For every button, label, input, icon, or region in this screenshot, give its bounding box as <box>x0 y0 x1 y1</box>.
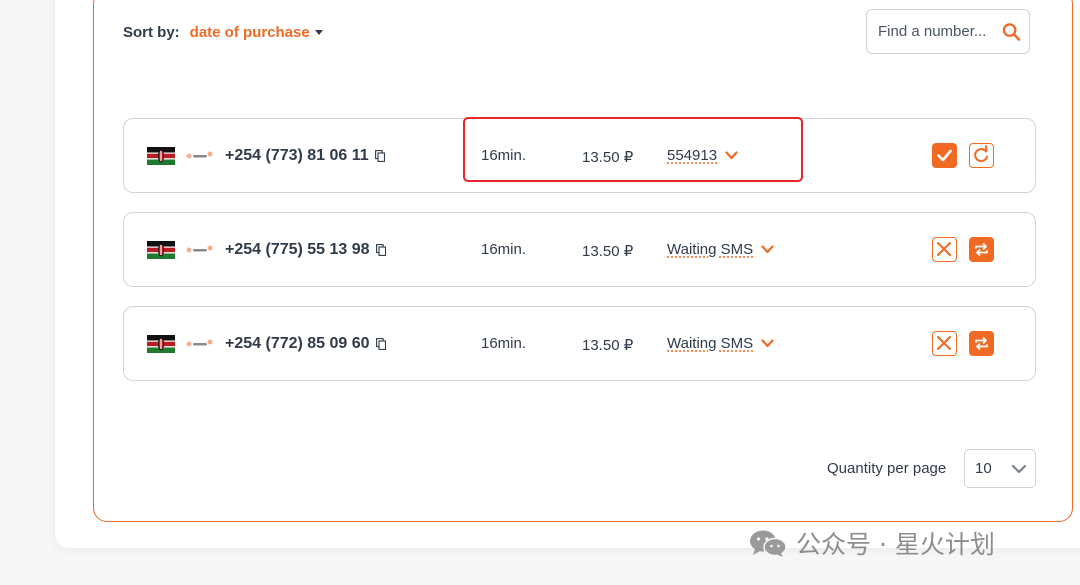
copy-icon[interactable] <box>375 244 386 256</box>
price: 13.50 ₽ <box>582 243 634 260</box>
check-icon <box>937 149 952 162</box>
time-remaining: 16min. <box>481 241 527 258</box>
copy-icon[interactable] <box>375 338 386 350</box>
confirm-button[interactable] <box>932 143 957 168</box>
kenya-flag-icon <box>147 335 175 353</box>
sort-label: Sort by: <box>123 24 180 41</box>
service-logo-icon <box>186 151 213 159</box>
number-row: +254 (773) 81 06 11 16min. 13.50 ₽ 55491… <box>123 118 1036 193</box>
phone-number-text: +254 (773) 81 06 11 <box>225 147 369 164</box>
cancel-x-icon <box>937 336 951 350</box>
phone-number: +254 (772) 85 09 60 <box>225 335 386 353</box>
kenya-flag-icon <box>147 241 175 259</box>
cancel-x-icon <box>937 242 951 256</box>
copy-icon[interactable] <box>374 150 385 162</box>
cancel-button[interactable] <box>932 331 957 356</box>
search-box <box>866 9 1030 54</box>
quantity-per-page-value: 10 <box>975 460 992 477</box>
sms-status-dropdown[interactable]: Waiting SMS <box>667 241 774 258</box>
service-logo-icon <box>186 339 213 347</box>
kenya-flag-icon <box>147 147 175 165</box>
cancel-button[interactable] <box>932 237 957 262</box>
sort-value: date of purchase <box>189 24 310 41</box>
chevron-down-icon <box>761 339 774 348</box>
price: 13.50 ₽ <box>582 337 634 354</box>
swap-number-button[interactable] <box>969 331 994 356</box>
number-row: +254 (772) 85 09 60 16min. 13.50 ₽ Waiti… <box>123 306 1036 381</box>
refresh-button[interactable] <box>969 143 994 168</box>
phone-number: +254 (773) 81 06 11 <box>225 147 385 165</box>
time-remaining: 16min. <box>481 147 527 164</box>
swap-icon <box>975 337 988 350</box>
phone-number-text: +254 (775) 55 13 98 <box>225 241 370 258</box>
service-logo-icon <box>186 245 213 253</box>
watermark-text: 公众号 · 星火计划 <box>796 530 995 559</box>
swap-number-button[interactable] <box>969 237 994 262</box>
sort-control: Sort by: date of purchase <box>123 24 323 41</box>
sms-status-dropdown[interactable]: Waiting SMS <box>667 335 774 352</box>
chevron-down-icon <box>761 245 774 254</box>
number-row: +254 (775) 55 13 98 16min. 13.50 ₽ Waiti… <box>123 212 1036 287</box>
swap-icon <box>975 243 988 256</box>
sms-status-text: Waiting SMS <box>667 335 754 352</box>
quantity-per-page-label: Quantity per page <box>827 460 947 477</box>
refresh-icon <box>974 145 988 163</box>
search-input[interactable] <box>876 22 1002 41</box>
wechat-icon <box>750 530 787 557</box>
chevron-down-icon <box>1011 464 1027 473</box>
sort-dropdown[interactable]: date of purchase <box>190 24 323 41</box>
sms-status-dropdown[interactable]: 554913 <box>667 147 738 164</box>
sms-status-text: Waiting SMS <box>667 241 754 258</box>
quantity-per-page-select[interactable]: 10 <box>964 449 1036 488</box>
search-icon[interactable] <box>1002 22 1021 42</box>
sms-code: 554913 <box>667 147 718 164</box>
time-remaining: 16min. <box>481 335 527 352</box>
caret-down-icon <box>314 30 323 35</box>
watermark: 公众号 · 星火计划 <box>748 525 995 561</box>
phone-number: +254 (775) 55 13 98 <box>225 241 386 259</box>
price: 13.50 ₽ <box>582 149 634 166</box>
phone-number-text: +254 (772) 85 09 60 <box>225 335 370 352</box>
chevron-down-icon <box>725 151 738 160</box>
